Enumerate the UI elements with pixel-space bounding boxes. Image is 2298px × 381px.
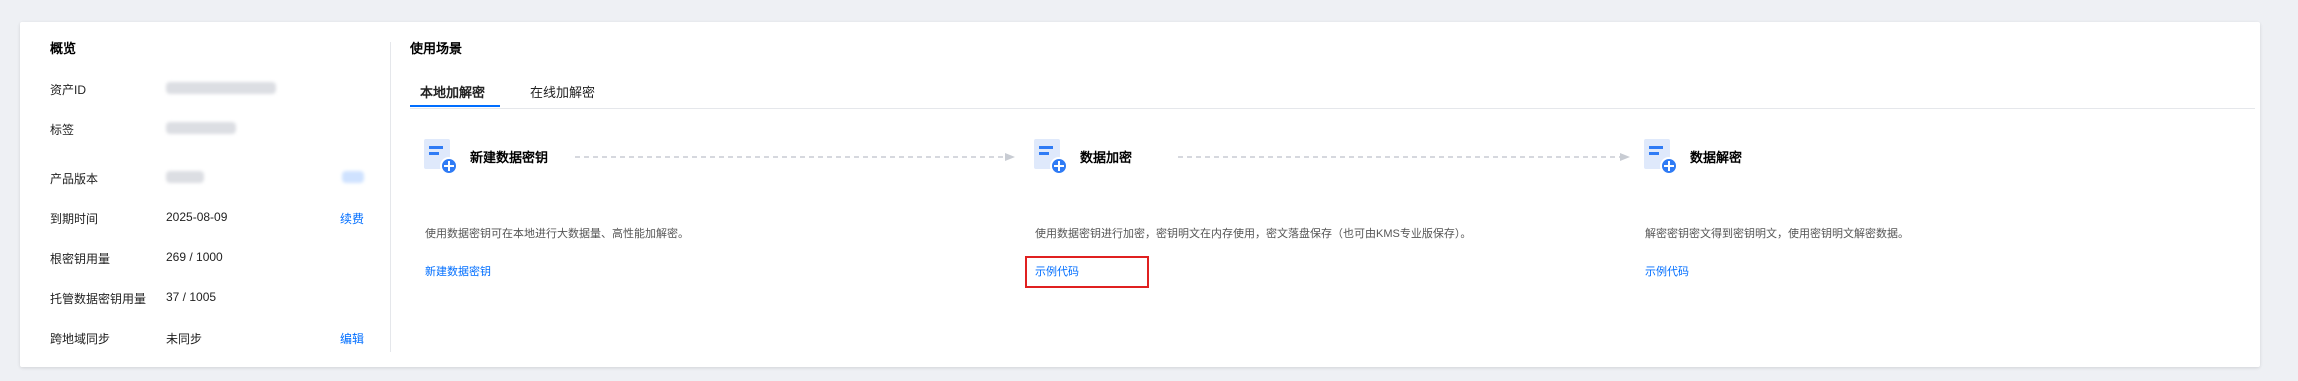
step-desc-data-encrypt: 使用数据密钥进行加密，密钥明文在内存使用，密文落盘保存（也可由KMS专业版保存）… [1035,228,1472,240]
document-add-icon [1644,139,1678,175]
step-title-data-encrypt: 数据加密 [1080,150,1133,165]
data-key-usage-label: 托管数据密钥用量 [50,292,147,306]
flow-arrow-1 [575,153,1015,161]
scenario-title: 使用场景 [410,41,463,56]
create-data-key-link[interactable]: 新建数据密钥 [425,263,491,279]
decrypt-sample-code-link[interactable]: 示例代码 [1645,263,1689,279]
document-add-icon [1034,139,1068,175]
step-data-decrypt: 数据解密 解密密钥密文得到密钥明文，使用密钥明文解密数据。 示例代码 [1630,137,2230,287]
document-add-icon [424,139,458,175]
edit-sync-link[interactable]: 编辑 [340,330,364,347]
active-tab-underline [410,105,500,107]
tab-online-encrypt-decrypt[interactable]: 在线加解密 [530,82,595,101]
root-key-usage-label: 根密钥用量 [50,252,111,266]
panel-divider [390,42,391,352]
step-desc-create-data-key: 使用数据密钥可在本地进行大数据量、高性能加解密。 [425,228,689,240]
root-key-usage-row: 根密钥用量 269 / 1000 [20,247,390,267]
root-key-usage-value: 269 / 1000 [166,250,223,264]
expire-value: 2025-08-09 [166,210,228,224]
overview-title: 概览 [50,41,77,56]
tab-local-encrypt-decrypt[interactable]: 本地加解密 [420,82,485,101]
step-title-create-data-key: 新建数据密钥 [470,150,549,165]
cross-region-sync-row: 跨地域同步 未同步 编辑 [20,327,390,347]
flow-arrow-2 [1178,153,1630,161]
main-card: 概览 资产ID 标签 产品版本 到期时间 2025-08-09 续费 根密钥用量… [20,22,2260,367]
cross-region-sync-value: 未同步 [166,332,203,346]
asset-id-label: 资产ID [50,83,87,97]
tags-row: 标签 [20,118,390,138]
tags-value-redacted [166,122,236,134]
product-version-value-redacted [166,171,204,183]
step-title-data-decrypt: 数据解密 [1690,150,1743,165]
step-desc-data-decrypt: 解密密钥密文得到密钥明文，使用密钥明文解密数据。 [1645,228,1909,240]
asset-id-row: 资产ID [20,78,390,98]
scenario-tabs: 本地加解密 在线加解密 [410,80,2255,109]
product-version-label: 产品版本 [50,172,99,186]
overview-panel: 概览 资产ID 标签 产品版本 到期时间 2025-08-09 续费 根密钥用量… [20,22,390,367]
tags-label: 标签 [50,123,75,137]
highlight-box [1025,256,1149,288]
product-version-row: 产品版本 [20,167,390,187]
expire-row: 到期时间 2025-08-09 续费 [20,207,390,227]
cross-region-sync-label: 跨地域同步 [50,332,111,346]
renew-link[interactable]: 续费 [340,210,364,227]
usage-scenario-panel: 使用场景 本地加解密 在线加解密 新建数据密钥 使用数据密钥可在本地进行大数据量… [410,22,2260,367]
expire-label: 到期时间 [50,212,99,226]
data-key-usage-row: 托管数据密钥用量 37 / 1005 [20,287,390,307]
data-key-usage-value: 37 / 1005 [166,290,217,304]
product-version-link-redacted[interactable] [342,171,364,183]
asset-id-value-redacted [166,82,276,94]
